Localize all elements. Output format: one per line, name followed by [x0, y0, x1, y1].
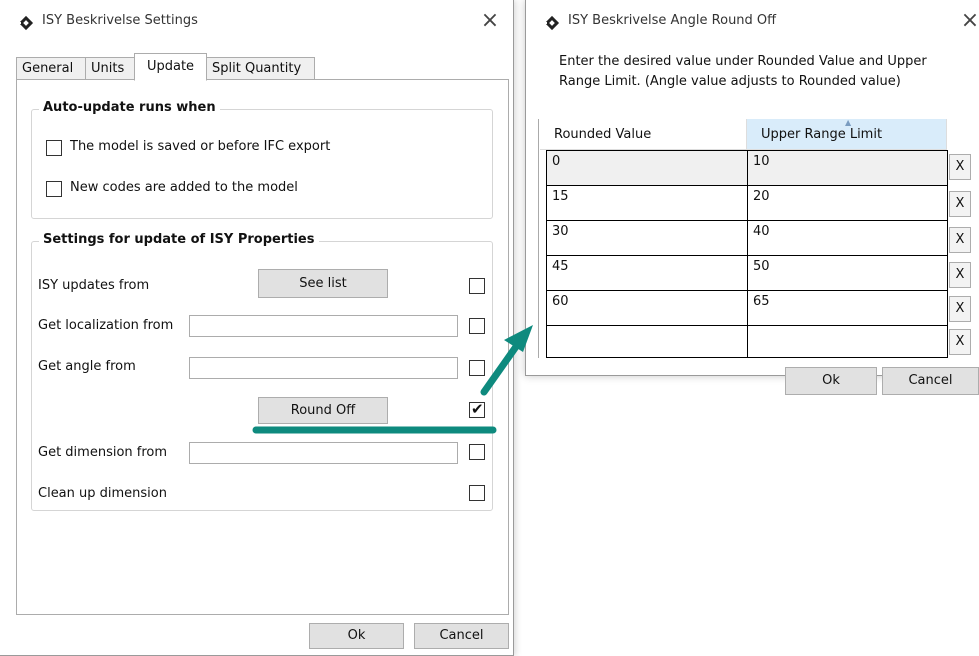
round-off-instructions: Enter the desired value under Rounded Va… — [559, 54, 927, 89]
delete-row-button[interactable]: X — [949, 191, 971, 217]
round-off-cancel-button[interactable]: Cancel — [882, 367, 979, 395]
tab-units[interactable]: Units — [85, 57, 135, 80]
settings-titlebar[interactable]: ISY Beskrivelse Settings × — [0, 0, 513, 44]
app-diamond-icon — [18, 15, 34, 31]
angle-field[interactable] — [189, 357, 458, 379]
model-saved-label: The model is saved or before IFC export — [70, 139, 331, 154]
column-header-upper-range-limit[interactable]: Upper Range Limit ▲ — [747, 118, 947, 150]
close-icon[interactable]: × — [957, 9, 979, 35]
rounded-value-cell[interactable] — [546, 325, 748, 358]
round-off-checkbox[interactable]: ✔ — [469, 400, 485, 418]
get-angle-label: Get angle from — [38, 359, 136, 374]
new-codes-checkbox[interactable] — [46, 181, 62, 197]
round-off-button[interactable]: Round Off — [258, 397, 388, 424]
get-angle-checkbox[interactable] — [469, 360, 485, 376]
clean-up-dimension-checkbox[interactable] — [469, 485, 485, 501]
settings-window: ISY Beskrivelse Settings × General Units… — [0, 0, 514, 656]
update-tab-panel: Auto-update runs when The model is saved… — [16, 79, 509, 615]
get-dimension-checkbox[interactable] — [469, 444, 485, 460]
isy-properties-group-title: Settings for update of ISY Properties — [39, 232, 319, 247]
upper-limit-cell[interactable]: 20 — [747, 185, 948, 221]
app-diamond-icon — [544, 15, 560, 31]
upper-limit-cell[interactable]: 40 — [747, 220, 948, 256]
localization-field[interactable] — [189, 315, 458, 337]
delete-row-button[interactable]: X — [949, 154, 971, 180]
delete-row-button[interactable]: X — [949, 296, 971, 322]
new-codes-label: New codes are added to the model — [70, 180, 298, 195]
upper-limit-cell[interactable]: 10 — [747, 150, 948, 186]
settings-window-title: ISY Beskrivelse Settings — [42, 13, 198, 28]
rounded-value-cell[interactable]: 0 — [546, 150, 748, 186]
dimension-field[interactable] — [189, 442, 458, 464]
get-localization-checkbox[interactable] — [469, 318, 485, 334]
rounded-value-cell[interactable]: 60 — [546, 290, 748, 326]
isy-properties-group: Settings for update of ISY Properties IS… — [31, 232, 493, 511]
upper-limit-cell[interactable] — [747, 325, 948, 358]
tab-update[interactable]: Update — [134, 53, 207, 81]
clean-up-dimension-label: Clean up dimension — [38, 486, 167, 501]
ok-button[interactable]: Ok — [309, 623, 404, 649]
tab-split-quantity[interactable]: Split Quantity — [206, 57, 315, 80]
round-off-ok-button[interactable]: Ok — [785, 367, 877, 395]
model-saved-checkbox[interactable] — [46, 140, 62, 156]
delete-row-button[interactable]: X — [949, 227, 971, 253]
round-off-titlebar[interactable]: ISY Beskrivelse Angle Round Off × — [526, 0, 979, 44]
checkmark-icon: ✔ — [471, 400, 484, 418]
round-off-window-title: ISY Beskrivelse Angle Round Off — [568, 13, 777, 28]
rounded-value-cell[interactable]: 15 — [546, 185, 748, 221]
cancel-button[interactable]: Cancel — [414, 623, 509, 649]
isy-updates-from-checkbox[interactable] — [469, 278, 485, 294]
get-dimension-label: Get dimension from — [38, 445, 168, 460]
delete-row-button[interactable]: X — [949, 262, 971, 288]
rounded-value-cell[interactable]: 30 — [546, 220, 748, 256]
rounded-value-cell[interactable]: 45 — [546, 255, 748, 291]
sort-arrow-icon: ▲ — [845, 118, 852, 127]
delete-row-button[interactable]: X — [949, 329, 971, 355]
auto-update-group: Auto-update runs when The model is saved… — [31, 100, 493, 219]
get-localization-label: Get localization from — [38, 318, 174, 333]
column-header-upper-range-limit-label: Upper Range Limit — [761, 127, 883, 142]
close-icon[interactable]: × — [477, 9, 503, 35]
upper-limit-cell[interactable]: 65 — [747, 290, 948, 326]
isy-updates-from-label: ISY updates from — [38, 278, 150, 293]
upper-limit-cell[interactable]: 50 — [747, 255, 948, 291]
column-header-rounded-value[interactable]: Rounded Value — [540, 119, 747, 150]
tab-general[interactable]: General — [16, 57, 86, 80]
auto-update-group-title: Auto-update runs when — [39, 100, 220, 115]
see-list-button[interactable]: See list — [258, 269, 388, 298]
